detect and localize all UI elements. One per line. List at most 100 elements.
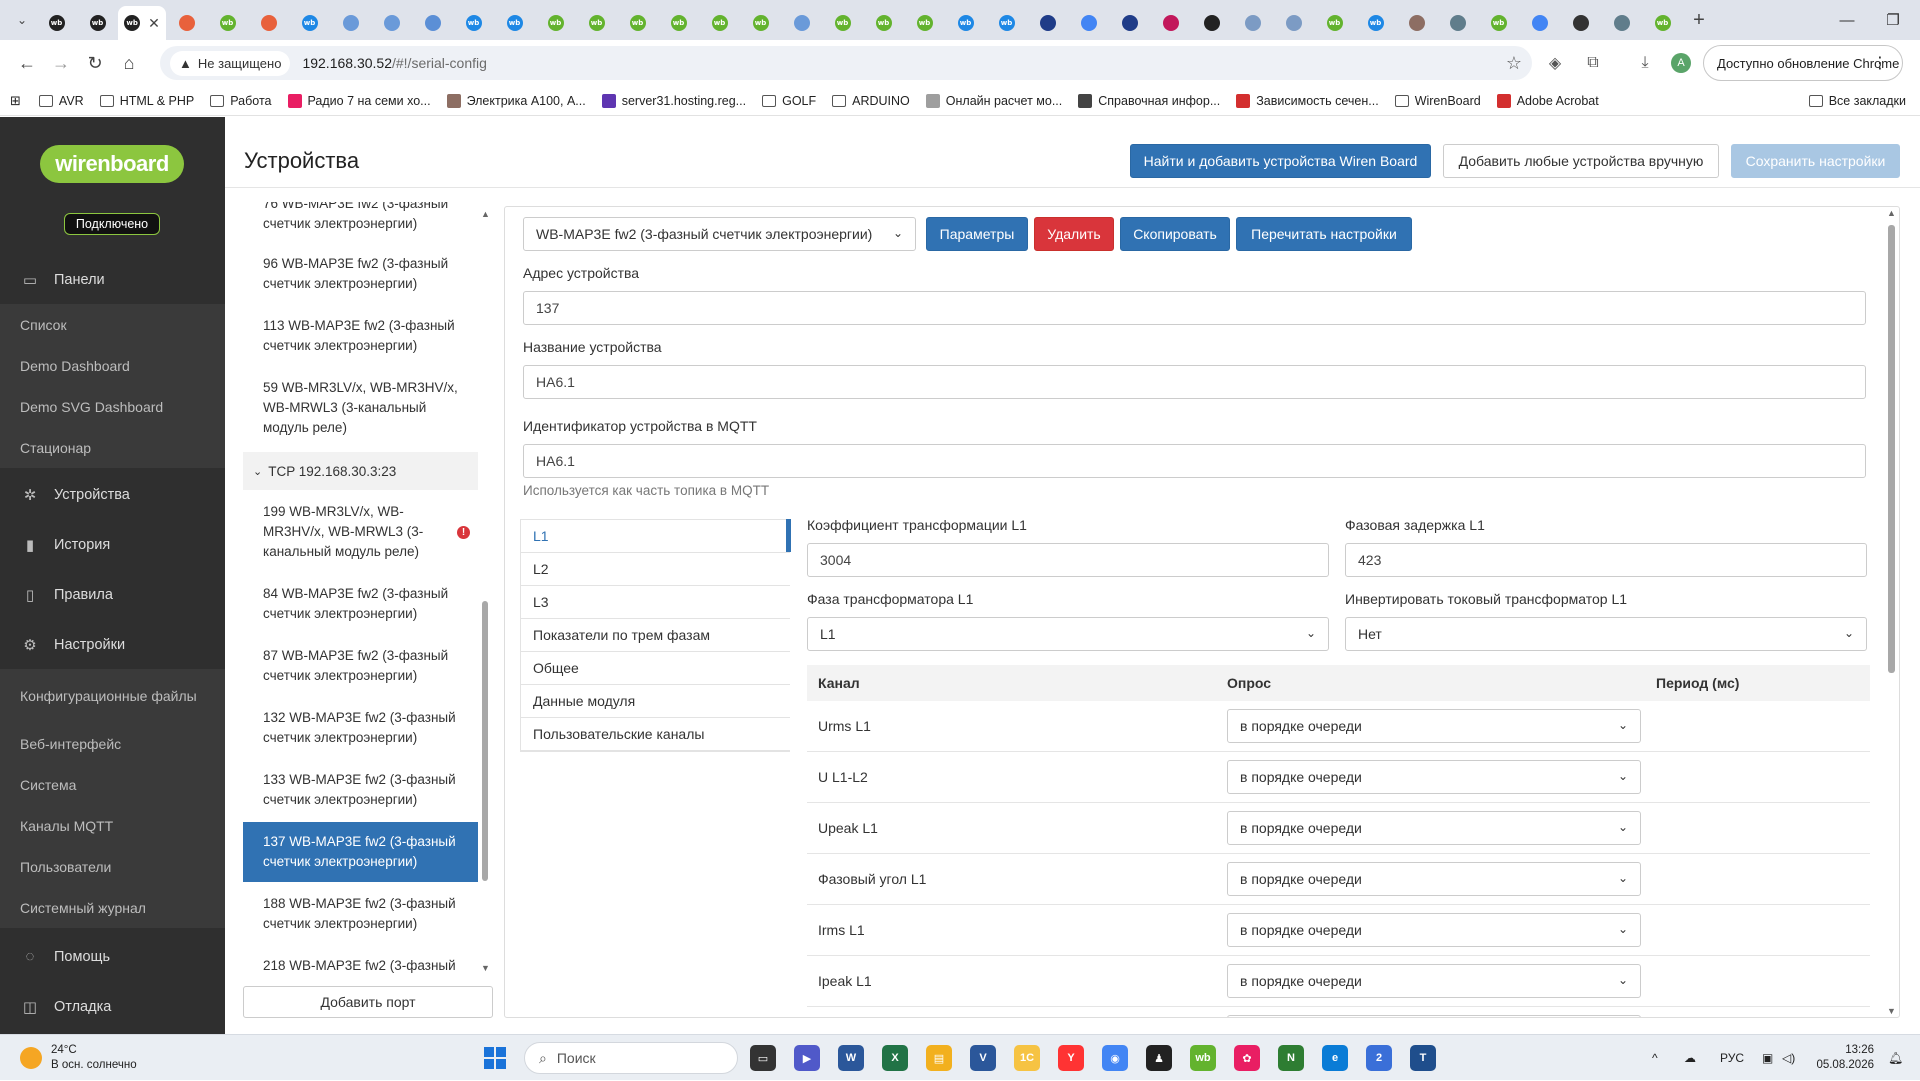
browser-tab[interactable] — [330, 6, 371, 40]
browser-tab[interactable]: wb — [453, 6, 494, 40]
copy-button[interactable]: Скопировать — [1120, 217, 1230, 251]
poll-mode-select[interactable]: в порядке очереди ⌄ — [1227, 760, 1641, 794]
address-bar[interactable]: ▲ Не защищено 192.168.30.52/#!/serial-co… — [160, 46, 1532, 80]
bookmark-item[interactable]: server31.hosting.reg... — [601, 93, 746, 108]
nav-help[interactable]: ◌ Помощь — [0, 932, 225, 981]
poll-mode-select[interactable]: в порядке очереди ⌄ — [1227, 709, 1641, 743]
scroll-down-icon[interactable]: ▼ — [1887, 1006, 1896, 1016]
weather-widget[interactable]: 24°C В осн. солнечно — [20, 1043, 137, 1073]
nav-devices[interactable]: ✲ Устройства — [0, 470, 225, 519]
language-indicator[interactable]: РУС — [1720, 1035, 1744, 1081]
nav-panel-item[interactable]: Demo Dashboard — [0, 345, 225, 386]
tab-general[interactable]: Общее — [521, 652, 790, 685]
editor-scrollbar[interactable] — [1885, 207, 1898, 1017]
forward-icon[interactable]: → — [44, 46, 78, 80]
browser-tab[interactable]: wb — [1355, 6, 1396, 40]
taskbar-app-icon[interactable]: ▶ — [794, 1045, 820, 1071]
tab-search-icon[interactable]: ⌄ — [8, 6, 36, 34]
nav-settings-item[interactable]: Системный журнал — [0, 887, 225, 928]
browser-tab[interactable] — [248, 6, 289, 40]
device-name-input[interactable]: НА6.1 — [523, 365, 1866, 399]
volume-icon[interactable]: ◁) — [1782, 1035, 1795, 1081]
browser-tab[interactable] — [1150, 6, 1191, 40]
tab-l1[interactable]: L1 — [521, 520, 790, 553]
browser-tab[interactable] — [1109, 6, 1150, 40]
taskbar-app-icon[interactable]: T — [1410, 1045, 1436, 1071]
browser-tab[interactable] — [1396, 6, 1437, 40]
browser-tab[interactable] — [1068, 6, 1109, 40]
extension-shield-icon[interactable]: ◈ — [1538, 46, 1572, 80]
address-input[interactable]: 137 — [523, 291, 1866, 325]
close-tab-icon[interactable]: ✕ — [148, 15, 160, 32]
add-manual-button[interactable]: Добавить любые устройства вручную — [1443, 144, 1719, 178]
browser-tab[interactable] — [1027, 6, 1068, 40]
taskbar-app-icon[interactable]: wb — [1190, 1045, 1216, 1071]
scroll-down-icon[interactable]: ▼ — [481, 963, 490, 973]
browser-tab[interactable] — [412, 6, 453, 40]
device-type-select[interactable]: WB-MAP3E fw2 (3-фазный счетчик электроэн… — [523, 217, 916, 251]
browser-tab[interactable]: wb — [740, 6, 781, 40]
tab-module-data[interactable]: Данные модуля — [521, 685, 790, 718]
reload-icon[interactable]: ↻ — [78, 46, 112, 80]
bookmark-star-icon[interactable]: ☆ — [1506, 53, 1522, 74]
device-item[interactable]: 218 WB-MAP3E fw2 (3-фазный — [243, 956, 478, 976]
scroll-up-icon[interactable]: ▲ — [1887, 208, 1896, 218]
find-devices-button[interactable]: Найти и добавить устройства Wiren Board — [1130, 144, 1431, 178]
device-item[interactable]: 188 WB-MAP3E fw2 (3-фазный счетчик элект… — [243, 894, 478, 934]
poll-mode-select[interactable]: в порядке очереди ⌄ — [1227, 964, 1641, 998]
browser-tab[interactable] — [371, 6, 412, 40]
nav-settings-item[interactable]: Конфигурационные файлы — [0, 669, 225, 723]
device-item[interactable]: 199 WB-MR3LV/x, WB-MR3HV/x, WB-MRWL3 (3-… — [243, 502, 478, 562]
nav-settings[interactable]: ⚙ Настройки — [0, 620, 225, 669]
tray-app-icon[interactable]: ☁ — [1684, 1035, 1696, 1081]
apps-grid-icon[interactable]: ⊞ — [10, 93, 21, 109]
taskbar-app-icon[interactable]: Y — [1058, 1045, 1084, 1071]
bookmark-item[interactable]: Электрика А100, А... — [446, 93, 586, 108]
taskbar-search[interactable]: ⌕ Поиск — [524, 1042, 738, 1074]
profile-avatar[interactable]: A — [1664, 46, 1698, 80]
transformer-phase-select[interactable]: L1 ⌄ — [807, 617, 1329, 651]
minimize-icon[interactable]: — — [1824, 0, 1870, 40]
device-item[interactable]: 59 WB-MR3LV/x, WB-MR3HV/x, WB-MRWL3 (3-к… — [243, 378, 478, 438]
invert-ct-select[interactable]: Нет ⌄ — [1345, 617, 1867, 651]
mqtt-id-input[interactable]: НА6.1 — [523, 444, 1866, 478]
poll-mode-select[interactable] — [1227, 1015, 1641, 1017]
tab-l3[interactable]: L3 — [521, 586, 790, 619]
save-settings-button[interactable]: Сохранить настройки — [1731, 144, 1900, 178]
nav-debug[interactable]: ◫ Отладка — [0, 982, 225, 1031]
device-item[interactable]: 113 WB-MAP3E fw2 (3-фазный счетчик элект… — [243, 316, 478, 356]
device-item[interactable]: 84 WB-MAP3E fw2 (3-фазный счетчик электр… — [243, 584, 478, 624]
nav-settings-item[interactable]: Каналы MQTT — [0, 805, 225, 846]
bookmark-item[interactable]: Справочная инфор... — [1078, 93, 1220, 108]
tab-three-phase[interactable]: Показатели по трем фазам — [521, 619, 790, 652]
browser-tab[interactable]: wb — [617, 6, 658, 40]
poll-mode-select[interactable]: в порядке очереди ⌄ — [1227, 862, 1641, 896]
browser-tab[interactable] — [1519, 6, 1560, 40]
browser-tab[interactable] — [1601, 6, 1642, 40]
browser-tab[interactable]: wb ✕ — [118, 6, 166, 40]
bookmark-item[interactable]: Работа — [210, 94, 272, 108]
browser-tab[interactable]: wb — [77, 6, 118, 40]
device-item[interactable]: 133 WB-MAP3E fw2 (3-фазный счетчик элект… — [243, 770, 478, 810]
nav-panels[interactable]: ▭ Панели — [0, 255, 225, 304]
browser-tab[interactable] — [166, 6, 207, 40]
nav-panel-item[interactable]: Список — [0, 304, 225, 345]
browser-tab[interactable] — [1273, 6, 1314, 40]
restore-icon[interactable]: ❐ — [1870, 0, 1916, 40]
browser-tab[interactable] — [1232, 6, 1273, 40]
windows-start-icon[interactable] — [484, 1047, 506, 1069]
bookmark-item[interactable]: Зависимость сечен... — [1236, 93, 1379, 108]
device-item[interactable]: 87 WB-MAP3E fw2 (3-фазный счетчик электр… — [243, 646, 478, 686]
taskbar-app-icon[interactable]: X — [882, 1045, 908, 1071]
taskbar-app-icon[interactable]: W — [838, 1045, 864, 1071]
browser-tab[interactable]: wb — [36, 6, 77, 40]
extensions-icon[interactable]: ⧉ — [1576, 46, 1610, 80]
url-text[interactable]: 192.168.30.52/#!/serial-config — [302, 55, 486, 71]
nav-panel-item[interactable]: Demo SVG Dashboard — [0, 386, 225, 427]
browser-tab[interactable]: wb — [207, 6, 248, 40]
bookmark-item[interactable]: Радио 7 на семи хо... — [287, 93, 431, 108]
wirenboard-logo[interactable]: wirenboard — [40, 145, 184, 183]
taskbar-app-icon[interactable]: ▭ — [750, 1045, 776, 1071]
bookmark-item[interactable]: ARDUINO — [832, 94, 910, 108]
taskbar-app-icon[interactable]: ♟ — [1146, 1045, 1172, 1071]
